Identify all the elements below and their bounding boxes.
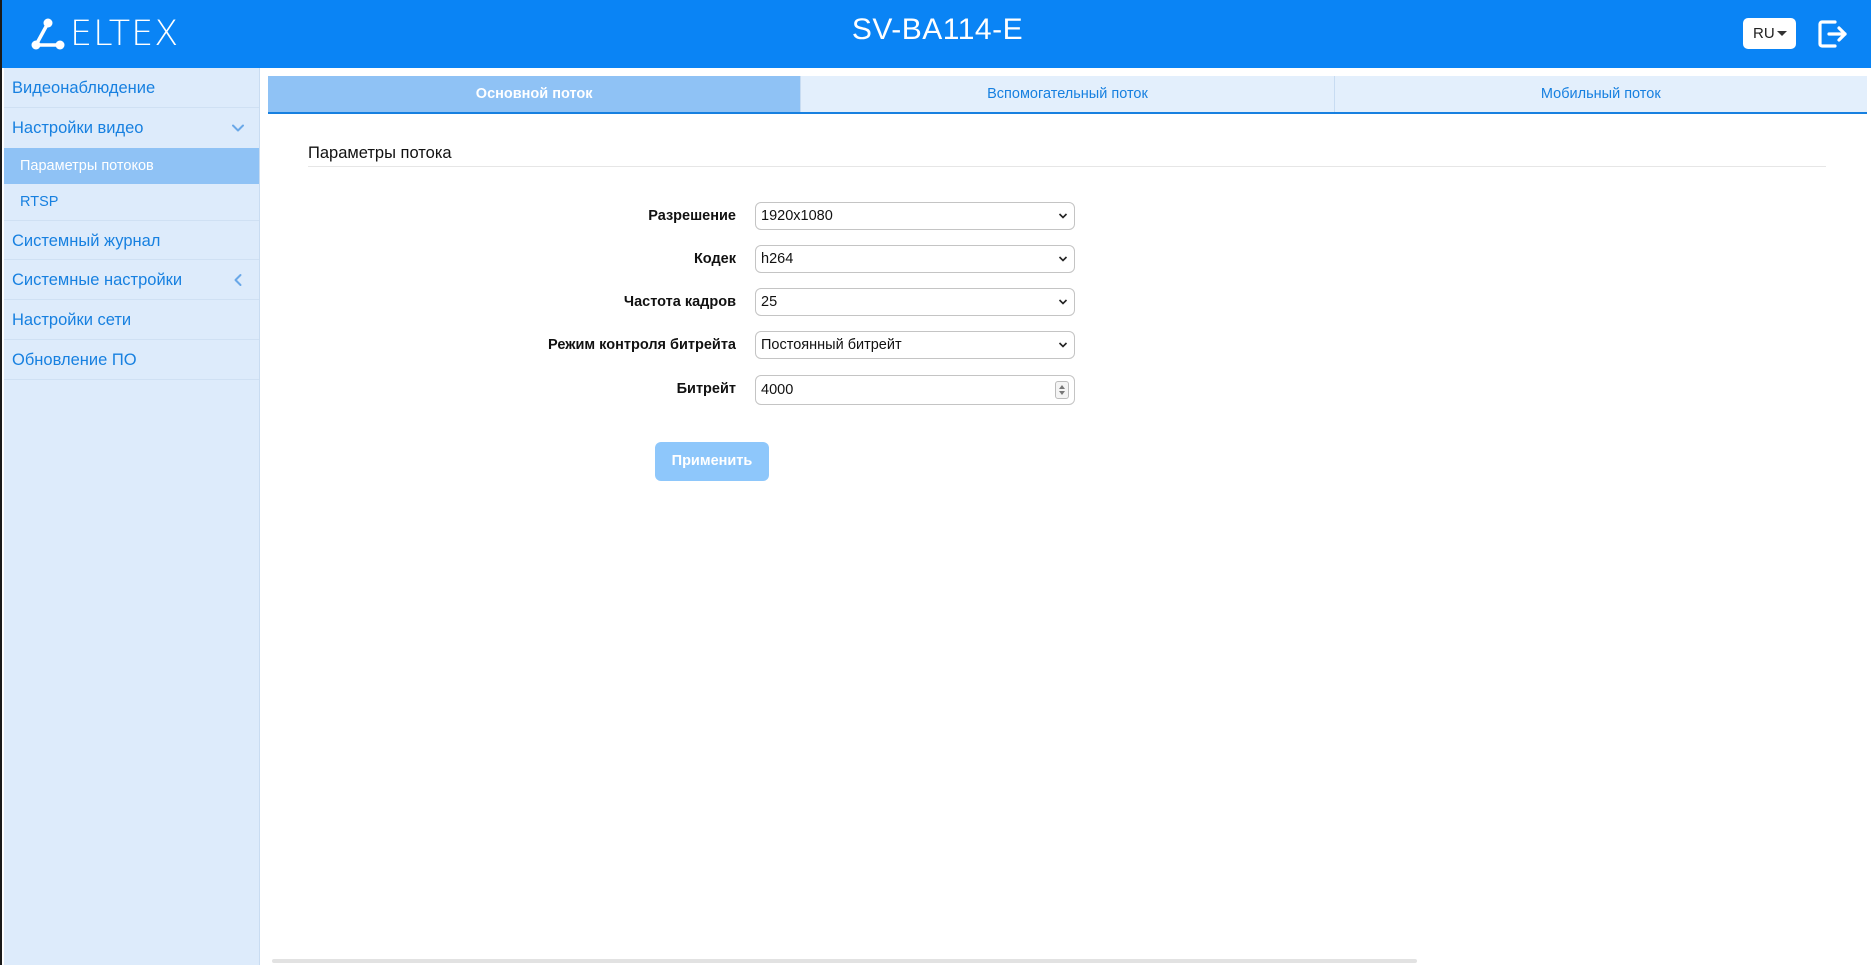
tab-secondary-stream[interactable]: Вспомогательный поток — [801, 76, 1335, 112]
bitrate-mode-select[interactable]: Постоянный битрейт — [755, 331, 1075, 359]
sidebar-subitem-label: RTSP — [20, 194, 59, 210]
sidebar-subitem-rtsp[interactable]: RTSP — [4, 184, 259, 220]
tab-mobile-stream[interactable]: Мобильный поток — [1334, 76, 1867, 112]
section-title: Параметры потока — [308, 144, 452, 162]
sidebar-item-label: Настройки видео — [12, 119, 144, 137]
app-frame: ELTEX SV-BA114-E RU Видеонаблюдение Наст… — [0, 0, 1871, 965]
sidebar-item-label: Системный журнал — [12, 232, 161, 250]
logout-icon[interactable] — [1815, 17, 1849, 51]
sidebar-item-firmware-update[interactable]: Обновление ПО — [4, 340, 259, 380]
codec-value: h264 — [761, 251, 794, 267]
device-title: SV-BA114-E — [851, 13, 1024, 46]
sidebar-item-label: Обновление ПО — [12, 351, 137, 369]
chevron-down-icon — [1058, 299, 1068, 305]
framerate-value: 25 — [761, 294, 778, 310]
chevron-down-icon — [232, 124, 244, 132]
apply-button[interactable]: Применить — [655, 442, 769, 481]
chevron-down-icon — [1058, 256, 1068, 262]
sidebar-item-system-settings[interactable]: Системные настройки — [4, 260, 259, 300]
chevron-down-icon — [1058, 213, 1068, 219]
tab-main-stream[interactable]: Основной поток — [268, 76, 802, 112]
sidebar-item-label: Видеонаблюдение — [12, 79, 156, 97]
form-row-codec: Кодек h264 — [308, 245, 1078, 275]
sidebar-item-label: Системные настройки — [12, 271, 183, 289]
bitrate-input[interactable]: 4000 — [755, 375, 1075, 405]
language-value: RU — [1753, 25, 1775, 42]
number-stepper-icon[interactable] — [1055, 381, 1069, 399]
bitrate-mode-value: Постоянный битрейт — [761, 337, 902, 353]
sidebar-item-video-settings[interactable]: Настройки видео — [4, 108, 259, 148]
form-row-resolution: Разрешение 1920x1080 — [308, 202, 1078, 232]
caret-down-icon — [1777, 31, 1787, 36]
bitrate-label: Битрейт — [676, 381, 736, 397]
resolution-select[interactable]: 1920x1080 — [755, 202, 1075, 230]
chevron-left-icon — [234, 274, 242, 286]
resolution-value: 1920x1080 — [761, 208, 833, 224]
language-select[interactable]: RU — [1743, 18, 1796, 49]
bitrate-value: 4000 — [761, 382, 794, 398]
sidebar-item-video-surveillance[interactable]: Видеонаблюдение — [4, 68, 259, 108]
chevron-down-icon — [1058, 342, 1068, 348]
framerate-select[interactable]: 25 — [755, 288, 1075, 316]
sidebar-subitem-label: Параметры потоков — [20, 158, 154, 174]
sidebar-item-label: Настройки сети — [12, 311, 132, 329]
horizontal-scrollbar[interactable] — [272, 959, 1417, 963]
codec-label: Кодек — [693, 251, 736, 267]
stream-tabs: Основной поток Вспомогательный поток Моб… — [268, 76, 1867, 114]
codec-select[interactable]: h264 — [755, 245, 1075, 273]
top-header: ELTEX SV-BA114-E RU — [2, 0, 1871, 68]
sidebar-item-system-log[interactable]: Системный журнал — [4, 220, 259, 260]
form-row-bitrate-mode: Режим контроля битрейта Постоянный битре… — [308, 331, 1078, 361]
form-row-framerate: Частота кадров 25 — [308, 288, 1078, 318]
bitrate-mode-label: Режим контроля битрейта — [548, 337, 736, 353]
sidebar-subitem-stream-params[interactable]: Параметры потоков — [4, 148, 259, 184]
form-row-bitrate: Битрейт 4000 — [308, 375, 1078, 405]
resolution-label: Разрешение — [648, 208, 736, 224]
framerate-label: Частота кадров — [623, 294, 736, 310]
section-divider — [308, 166, 1826, 167]
sidebar: Видеонаблюдение Настройки видео Параметр… — [4, 68, 260, 965]
sidebar-item-network-settings[interactable]: Настройки сети — [4, 300, 259, 340]
